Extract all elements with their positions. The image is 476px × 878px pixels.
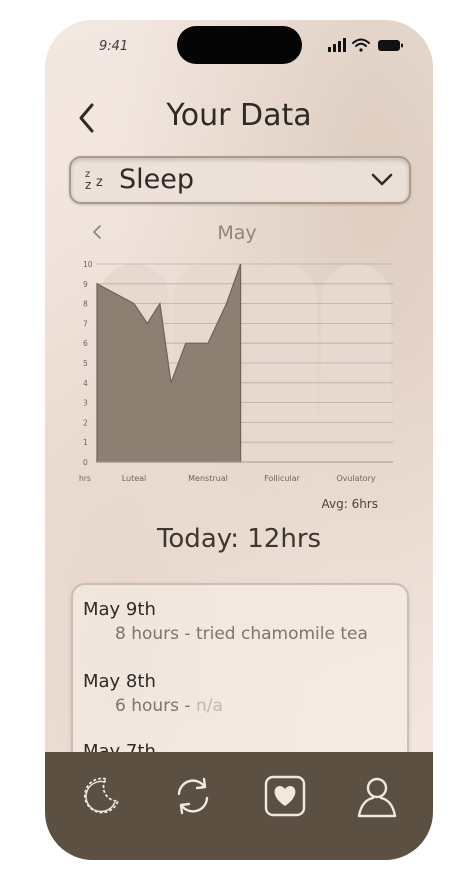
heart-icon[interactable] [263,774,307,818]
y-axis-unit-label: hrs [79,474,91,483]
entry-date: May 8th [83,671,156,692]
y-tick-label: 6 [83,339,88,348]
status-icons [328,38,403,52]
list-item[interactable]: May 9th 8 hours - tried chamomile tea [83,599,368,644]
entry-separator: - [179,696,196,716]
today-summary: Today: 12hrs [156,524,322,554]
y-tick-label: 0 [83,458,88,467]
user-icon[interactable] [355,774,399,818]
list-item[interactable]: May 8th 6 hours - n/a [83,671,223,716]
status-time: 9:41 [99,39,129,54]
entry-separator: - [179,624,196,644]
svg-text:z: z [96,175,103,190]
entry-hours: 6 hours [115,696,180,716]
x-category-label: Ovulatory [336,474,376,483]
category-label: Sleep [119,164,195,195]
entry-note-text: n/a [195,696,223,716]
refresh-icon[interactable] [171,774,215,818]
y-tick-label: 9 [83,280,88,289]
month-prev-chevron-icon[interactable] [93,225,101,239]
x-category-label: Menstrual [188,474,228,483]
entry-note-text: tried chamomile tea [195,624,368,644]
sleep-chart: May 0 1 2 3 4 5 6 7 8 9 10 hrs Luteal Menstrual Follicu… [79,222,393,511]
entry-hours: 8 hours [115,624,180,644]
y-tick-label: 3 [83,399,88,408]
cellular-signal-icon [328,38,346,52]
entry-note: 6 hours - n/a [115,696,223,716]
sleep-zzz-icon: z z z [85,168,111,194]
page-title: Your Data [166,98,312,133]
bottom-tab-bar [45,752,433,860]
moon-icon[interactable] [79,774,123,818]
y-tick-label: 2 [83,418,88,427]
chevron-down-icon [371,173,393,186]
chart-average-label: Avg: 6hrs [321,497,378,511]
chart-month-title: May [217,222,256,244]
y-tick-label: 4 [83,379,88,388]
y-tick-label: 7 [83,319,88,328]
x-category-label: Luteal [122,474,147,483]
y-tick-label: 8 [83,300,88,309]
category-dropdown[interactable]: z z z Sleep [69,156,411,204]
entry-note: 8 hours - tried chamomile tea [115,624,368,644]
y-tick-label: 10 [83,260,93,269]
x-category-label: Follicular [264,474,300,483]
dynamic-island [177,26,302,64]
y-tick-label: 5 [83,359,88,368]
wifi-icon [352,38,370,52]
entry-date: May 9th [83,599,156,620]
y-tick-label: 1 [83,438,88,447]
svg-text:z: z [85,178,91,192]
phone-screen: 9:41 Your Data z z z Sleep May 0 1 2 3 4… [45,20,433,860]
battery-icon [378,40,403,51]
